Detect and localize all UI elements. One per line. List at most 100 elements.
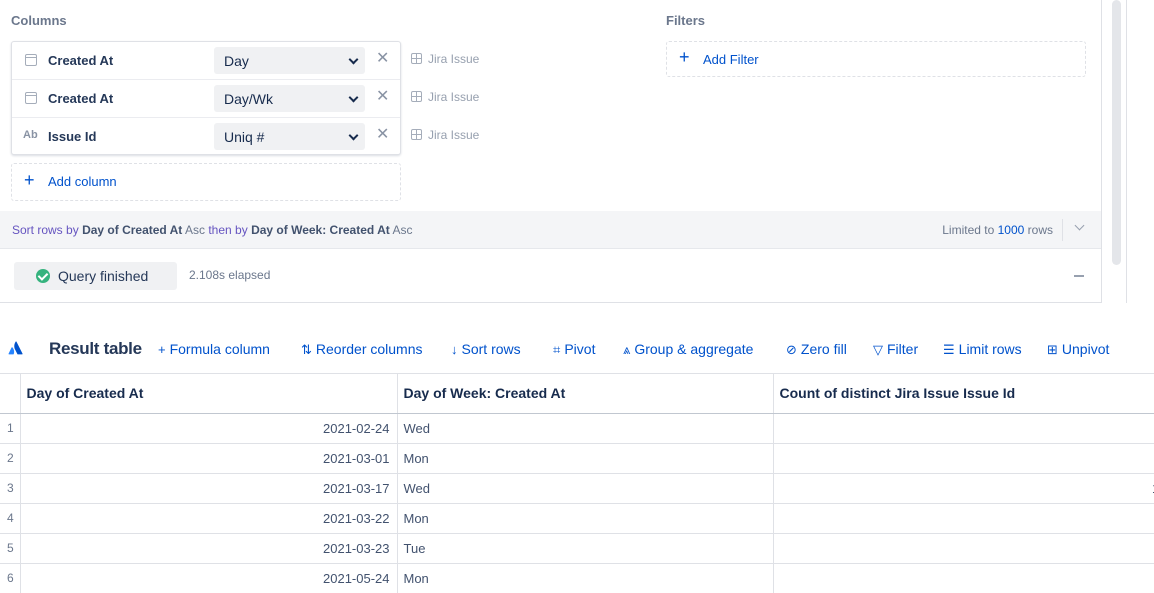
chevron-down-icon (348, 54, 359, 65)
column-aggregation-value: Day (224, 53, 249, 69)
remove-column-icon[interactable]: ✕ (376, 51, 389, 67)
query-builder-panel: Columns Created At Day ✕ Created At Day/… (0, 0, 1102, 303)
column-aggregation-select[interactable]: Uniq # (214, 123, 365, 150)
cell-day-of-week[interactable]: Tue (397, 533, 774, 564)
result-table-title: Result table (49, 339, 142, 358)
filters-label: Filters (666, 13, 706, 28)
limit-rows-button[interactable]: ☰ Limit rows (943, 341, 1022, 358)
cell-count[interactable]: 2 (773, 563, 1154, 593)
calendar-icon (25, 92, 37, 104)
query-status-badge: Query finished (14, 262, 177, 290)
row-index: 3 (0, 473, 21, 504)
cell-date[interactable]: 2021-03-17 (20, 473, 398, 504)
chevron-down-icon (348, 92, 359, 103)
filter-button[interactable]: ▽ Filter (873, 341, 918, 358)
reorder-columns-button[interactable]: ⇅ Reorder columns (301, 341, 423, 358)
table-row: 1 2021-02-24 Wed 7 (0, 413, 1154, 444)
collapse-icon[interactable] (1074, 275, 1084, 277)
column-row[interactable]: Created At Day ✕ (12, 42, 400, 80)
cell-day-of-week[interactable]: Mon (397, 443, 774, 474)
add-column-button[interactable]: + Add column (11, 163, 401, 201)
right-gutter (1102, 0, 1154, 303)
formula-column-button[interactable]: + Formula column (158, 341, 270, 357)
cell-date[interactable]: 2021-03-23 (20, 533, 398, 564)
remove-column-icon[interactable]: ✕ (376, 89, 389, 105)
sort-keyword: by (66, 223, 79, 237)
filter-icon: ▽ (873, 342, 883, 357)
add-filter-button[interactable]: + Add Filter (666, 41, 1086, 77)
column-row[interactable]: Created At Day/Wk ✕ (12, 80, 400, 118)
button-label: Unpivot (1061, 341, 1110, 357)
cell-count[interactable]: 2 (773, 443, 1154, 474)
cell-day-of-week[interactable]: Mon (397, 503, 774, 534)
zero-fill-icon: ⊘ (786, 342, 797, 357)
cell-day-of-week[interactable]: Wed (397, 413, 774, 444)
cell-date[interactable]: 2021-05-24 (20, 563, 398, 593)
table-icon (411, 91, 422, 102)
button-label: Filter (887, 341, 919, 357)
cell-count[interactable]: 13 (773, 473, 1154, 504)
query-status-text: Query finished (58, 268, 149, 284)
result-toolbar: Result table + Formula column ⇅ Reorder co… (0, 329, 1154, 369)
column-header[interactable]: Count of distinct Jira Issue Issue Id (773, 374, 1154, 414)
sort-rows-button[interactable]: ↓ Sort rows (451, 341, 521, 357)
sort-direction: Asc (184, 223, 205, 237)
app-root: Columns Created At Day ✕ Created At Day/… (0, 0, 1154, 593)
sort-bar[interactable]: Sort rows by Day of Created At Asc then … (0, 211, 1101, 249)
remove-column-icon[interactable]: ✕ (376, 127, 389, 143)
row-index: 1 (0, 413, 21, 444)
column-source-label: Jira Issue (428, 90, 480, 104)
table-header-row: Day of Created At Day of Week: Created A… (0, 374, 1154, 414)
button-label: Zero fill (800, 341, 847, 357)
column-name: Created At (48, 53, 114, 68)
sort-field: Day of Week: Created At (251, 223, 390, 237)
cell-day-of-week[interactable]: Mon (397, 563, 774, 593)
button-label: Reorder columns (315, 341, 423, 357)
column-row[interactable]: Ab Issue Id Uniq # ✕ (12, 118, 400, 156)
unpivot-button[interactable]: ⊞ Unpivot (1047, 341, 1109, 358)
text-type-icon: Ab (23, 129, 38, 141)
divider (1126, 0, 1127, 303)
cell-count[interactable]: 2 (773, 503, 1154, 534)
table-row: 6 2021-05-24 Mon 2 (0, 563, 1154, 593)
zero-fill-button[interactable]: ⊘ Zero fill (786, 341, 847, 358)
cell-date[interactable]: 2021-03-01 (20, 443, 398, 474)
group-aggregate-button[interactable]: ⩓ Group & aggregate (623, 341, 753, 358)
table-row: 3 2021-03-17 Wed 13 (0, 473, 1154, 504)
check-circle-icon (36, 269, 50, 283)
row-limit[interactable]: Limited to 1000 rows (942, 223, 1053, 237)
column-header[interactable]: Day of Week: Created At (397, 374, 774, 414)
chevron-down-icon[interactable] (1074, 220, 1085, 231)
sort-keyword: then (208, 223, 232, 237)
row-index: 2 (0, 443, 21, 474)
table-row: 4 2021-03-22 Mon 2 (0, 503, 1154, 534)
columns-label: Columns (11, 13, 67, 28)
table-icon (411, 129, 422, 140)
cell-count[interactable]: 7 (773, 413, 1154, 444)
cell-date[interactable]: 2021-02-24 (20, 413, 398, 444)
vertical-scrollbar[interactable] (1112, 0, 1121, 265)
table-row: 2 2021-03-01 Mon 2 (0, 443, 1154, 474)
pivot-button[interactable]: ⌗ Pivot (553, 341, 595, 358)
sort-keyword: by (235, 223, 248, 237)
column-aggregation-value: Uniq # (224, 129, 265, 145)
row-index-header (0, 374, 21, 414)
pivot-icon: ⌗ (553, 342, 561, 357)
sort-icon: ↓ (451, 342, 458, 357)
row-index: 4 (0, 503, 21, 534)
column-header[interactable]: Day of Created At (20, 374, 398, 414)
column-aggregation-select[interactable]: Day/Wk (214, 85, 365, 112)
row-index: 6 (0, 563, 21, 593)
plus-icon: + (158, 342, 166, 357)
elapsed-time: 2.108s elapsed (189, 268, 271, 282)
column-source-label: Jira Issue (428, 128, 480, 142)
divider (1062, 219, 1063, 241)
cell-day-of-week[interactable]: Wed (397, 473, 774, 504)
column-aggregation-select[interactable]: Day (214, 47, 365, 74)
sort-description[interactable]: Sort rows by Day of Created At Asc then … (12, 223, 412, 237)
cell-date[interactable]: 2021-03-22 (20, 503, 398, 534)
plus-icon: + (24, 170, 35, 190)
plus-icon: + (679, 47, 690, 67)
cell-count[interactable]: 4 (773, 533, 1154, 564)
button-label: Limit rows (958, 341, 1022, 357)
